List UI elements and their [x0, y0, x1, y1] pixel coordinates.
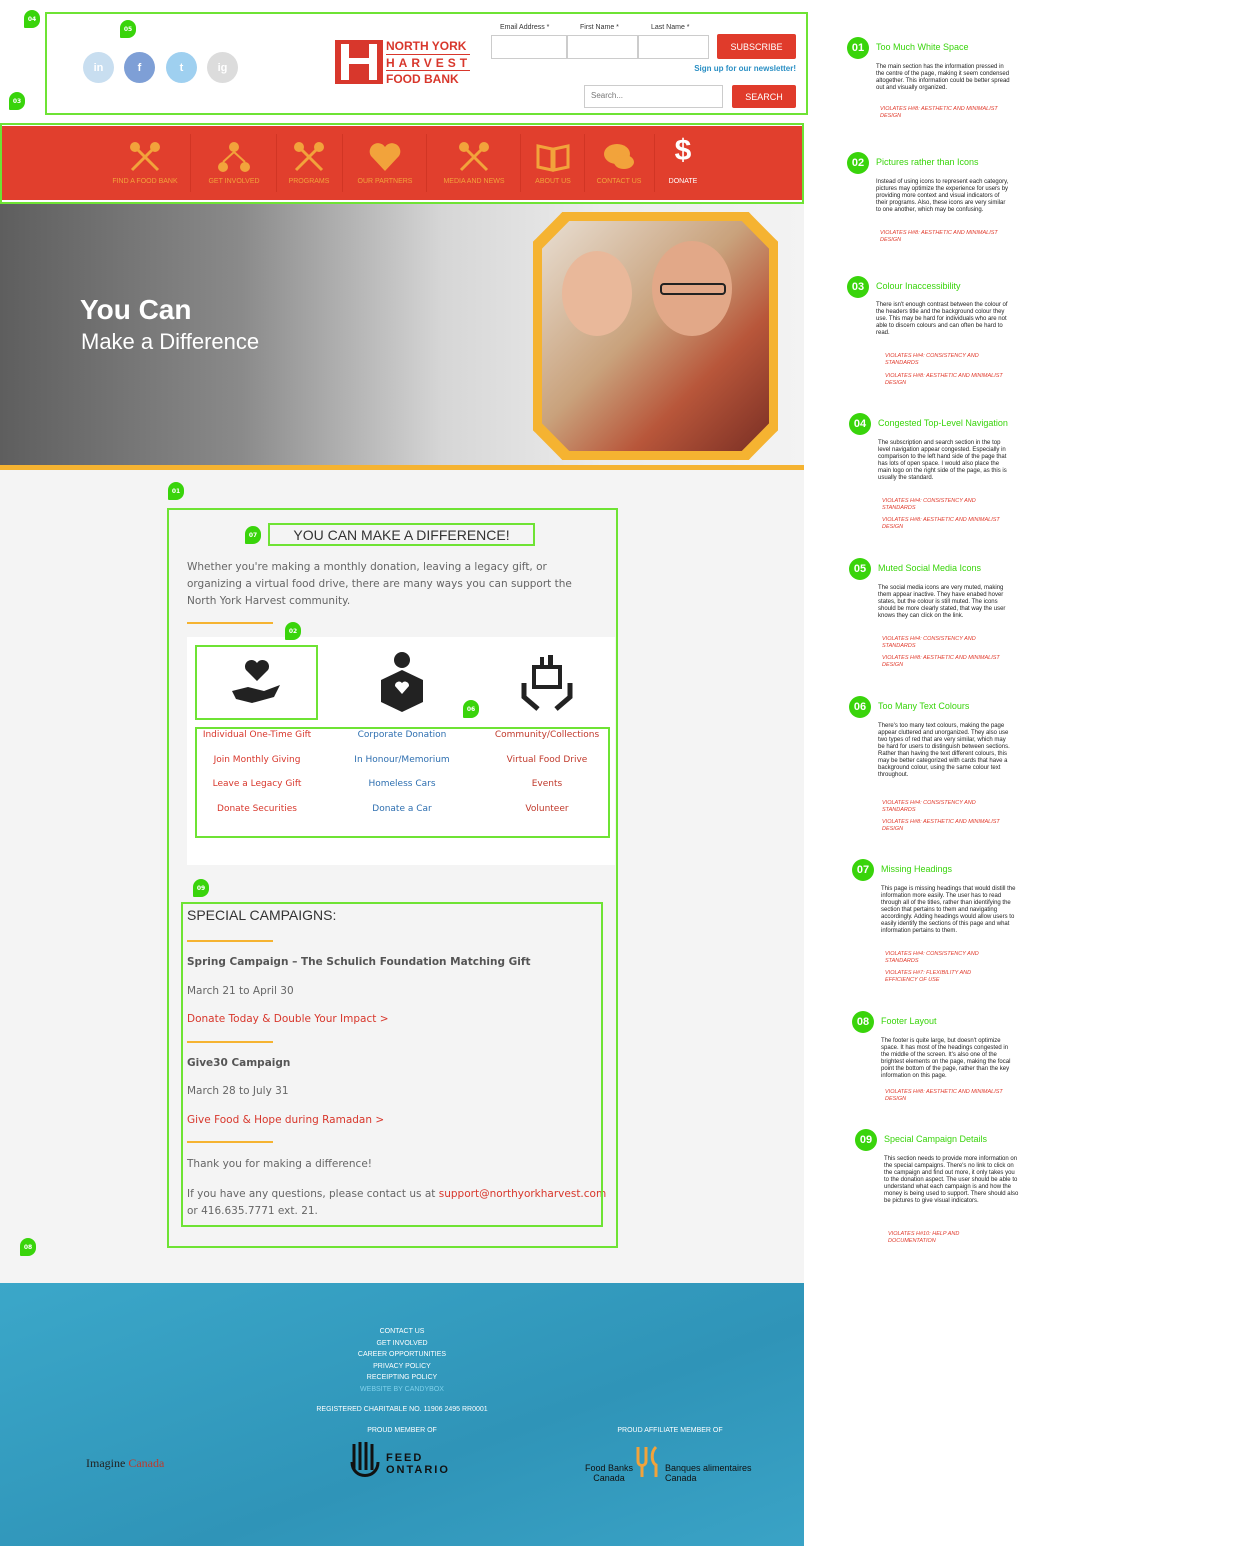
- ontario-text: ONTARIO: [386, 1464, 450, 1476]
- pin-09: 09: [193, 879, 209, 897]
- annotation-violation: VIOLATES H#4: CONSISTENCY AND STANDARDS: [885, 951, 979, 964]
- annotation-box-04: [45, 12, 808, 115]
- annotation-number: 07: [852, 859, 874, 881]
- annotation-violation: VIOLATES H#8: AESTHETIC AND MINIMALIST D…: [885, 1089, 1003, 1102]
- hero-subtitle: Make a Difference: [81, 329, 260, 354]
- annotation-body: This page is missing headings that would…: [881, 886, 1016, 934]
- annotation-title: Pictures rather than Icons: [876, 157, 979, 167]
- fbc-line-2: Canada: [593, 1473, 625, 1483]
- pin-04: 04: [24, 10, 40, 28]
- annotation-title: Too Much White Space: [876, 42, 969, 52]
- annotation-body: The social media icons are very muted, m…: [878, 585, 1006, 619]
- annotation-violation: VIOLATES H#8: AESTHETIC AND MINIMALIST D…: [880, 230, 998, 243]
- annotation-number: 02: [847, 152, 869, 174]
- hero-photo: [542, 221, 769, 451]
- annotation-number: 09: [855, 1129, 877, 1151]
- footer-link-privacy[interactable]: PRIVACY POLICY: [0, 1363, 804, 1370]
- pin-03: 03: [9, 92, 25, 110]
- annotation-title: Missing Headings: [881, 864, 953, 874]
- annotation-title: Special Campaign Details: [884, 1134, 988, 1144]
- feed-ontario-hand-icon: [350, 1442, 380, 1477]
- pin-01: 01: [168, 482, 184, 500]
- annotation-number: 01: [847, 37, 869, 59]
- bac-line-1: Banques alimentaires: [665, 1463, 752, 1473]
- affiliate-label: PROUD AFFILIATE MEMBER OF: [617, 1427, 723, 1434]
- annotation-title: Footer Layout: [881, 1016, 937, 1026]
- annotation-number: 04: [849, 413, 871, 435]
- page: in f t ig NORTH YORK HARVEST FOOD BANK E…: [0, 0, 1235, 1546]
- annotation-body: The subscription and search section in t…: [878, 440, 1007, 481]
- hero-banner: You Can Make a Difference: [0, 204, 804, 466]
- annotation-body: There isn't enough contrast between the …: [876, 302, 1008, 336]
- food-banks-canada-icon: [636, 1445, 658, 1477]
- annotation-box-06: [195, 727, 610, 838]
- annotation-box-03: [0, 123, 804, 204]
- annotation-violation: VIOLATES H#8: AESTHETIC AND MINIMALIST D…: [880, 106, 998, 119]
- annotation-number: 03: [847, 276, 869, 298]
- annotation-box-09: [181, 902, 603, 1227]
- member-label: PROUD MEMBER OF: [367, 1427, 437, 1434]
- feed-ontario-logo[interactable]: FEED ONTARIO: [386, 1452, 450, 1476]
- hero-photo-frame: [533, 212, 778, 460]
- annotation-body: This section needs to provide more infor…: [884, 1156, 1019, 1204]
- pin-07: 07: [245, 526, 261, 544]
- footer-charity-number: REGISTERED CHARITABLE NO. 11906 2495 RR0…: [316, 1406, 488, 1413]
- bac-line-2: Canada: [665, 1473, 697, 1483]
- annotation-body: There's too many text colours, making th…: [878, 723, 1010, 778]
- annotation-box-02: [195, 645, 318, 720]
- annotation-number: 06: [849, 696, 871, 718]
- annotation-violation: VIOLATES H#10: HELP AND DOCUMENTATION: [888, 1231, 960, 1244]
- footer-link-careers[interactable]: CAREER OPPORTUNITIES: [0, 1351, 804, 1358]
- site-footer: CONTACT US GET INVOLVED CAREER OPPORTUNI…: [0, 1283, 804, 1546]
- annotation-body: The footer is quite large, but doesn't o…: [881, 1038, 1011, 1079]
- annotation-title: Congested Top-Level Navigation: [878, 418, 1008, 428]
- annotation-title: Muted Social Media Icons: [878, 563, 982, 573]
- imagine-canada-text: Canada: [128, 1456, 165, 1470]
- annotation-violation: VIOLATES H#8: AESTHETIC AND MINIMALIST D…: [885, 373, 1003, 386]
- annotation-title: Too Many Text Colours: [878, 701, 970, 711]
- annotation-number: 08: [852, 1011, 874, 1033]
- annotation-body: The main section has the information pre…: [876, 64, 1010, 91]
- footer-link-contact[interactable]: CONTACT US: [0, 1328, 804, 1335]
- annotation-violation: VIOLATES H#4: CONSISTENCY AND STANDARDS: [882, 498, 976, 511]
- annotation-box-07: [268, 523, 535, 546]
- banques-alimentaires-logo[interactable]: Banques alimentaires Canada: [665, 1463, 752, 1483]
- imagine-text: Imagine: [86, 1456, 126, 1470]
- annotation-violation: VIOLATES H#8: AESTHETIC AND MINIMALIST D…: [882, 517, 1000, 530]
- imagine-canada-logo[interactable]: Imagine Canada: [86, 1456, 164, 1471]
- annotation-violation: VIOLATES H#4: CONSISTENCY AND STANDARDS: [882, 800, 976, 813]
- food-banks-canada-logo[interactable]: Food Banks Canada: [585, 1463, 633, 1483]
- annotation-violation: VIOLATES H#7: FLEXIBILITY AND EFFICIENCY…: [885, 970, 972, 983]
- hero-title: You Can: [80, 294, 192, 325]
- annotation-violation: VIOLATES H#8: AESTHETIC AND MINIMALIST D…: [882, 655, 1000, 668]
- fbc-line-1: Food Banks: [585, 1463, 634, 1473]
- pin-05: 05: [120, 20, 136, 38]
- footer-link-get-involved[interactable]: GET INVOLVED: [0, 1340, 804, 1347]
- glasses-icon: [660, 283, 726, 295]
- annotation-number: 05: [849, 558, 871, 580]
- annotation-body: Instead of using icons to represent each…: [876, 179, 1009, 213]
- feed-text: FEED: [386, 1452, 424, 1464]
- annotation-violation: VIOLATES H#8: AESTHETIC AND MINIMALIST D…: [882, 819, 1000, 832]
- annotation-violation: VIOLATES H#4: CONSISTENCY AND STANDARDS: [885, 353, 979, 366]
- footer-link-candybox[interactable]: WEBSITE BY CANDYBOX: [0, 1386, 804, 1393]
- pin-08: 08: [20, 1238, 36, 1256]
- person-face: [562, 251, 632, 336]
- pin-06: 06: [463, 700, 479, 718]
- footer-link-receipting[interactable]: RECEIPTING POLICY: [0, 1374, 804, 1381]
- pin-02: 02: [285, 622, 301, 640]
- annotation-title: Colour Inaccessibility: [876, 281, 961, 291]
- annotation-violation: VIOLATES H#4: CONSISTENCY AND STANDARDS: [882, 636, 976, 649]
